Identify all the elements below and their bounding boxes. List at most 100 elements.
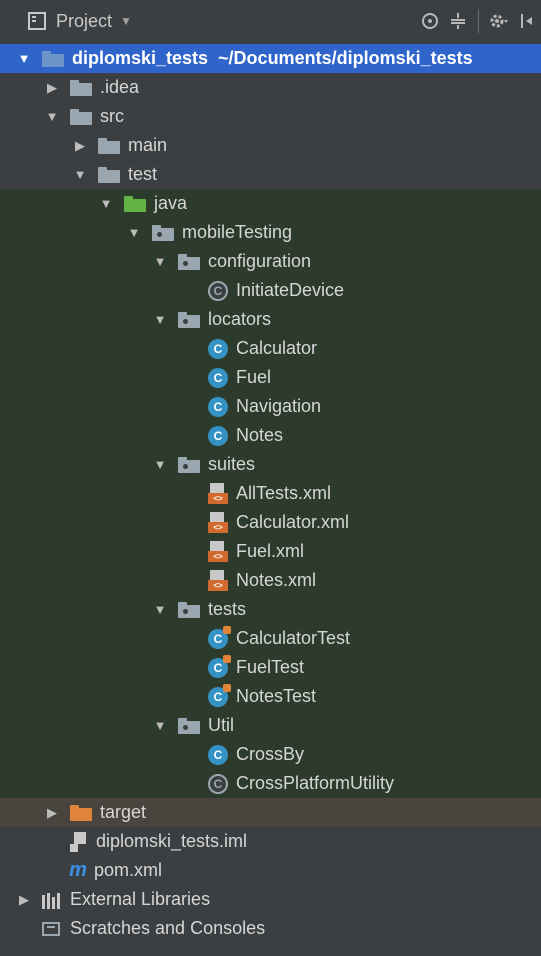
node-label: Notes.xml bbox=[236, 570, 317, 590]
package-icon bbox=[152, 224, 174, 241]
tree-node-navigation[interactable]: C Navigation bbox=[0, 392, 541, 421]
node-label: InitiateDevice bbox=[236, 280, 345, 300]
node-label: diplomski_tests.iml bbox=[96, 831, 248, 851]
chevron-down-icon[interactable]: ▼ bbox=[126, 225, 142, 240]
tree-node-configuration[interactable]: ▼ configuration bbox=[0, 247, 541, 276]
abstract-class-icon: C bbox=[208, 773, 228, 794]
tree-node-notestest[interactable]: C NotesTest bbox=[0, 682, 541, 711]
chevron-down-icon[interactable]: ▼ bbox=[152, 457, 168, 472]
package-icon bbox=[178, 717, 200, 734]
node-label: Util bbox=[208, 715, 234, 735]
chevron-down-icon: ▼ bbox=[120, 14, 132, 28]
tree-node-util[interactable]: ▼ Util bbox=[0, 711, 541, 740]
tree-node-notes[interactable]: C Notes bbox=[0, 421, 541, 450]
chevron-down-icon[interactable]: ▼ bbox=[152, 602, 168, 617]
class-icon: C bbox=[208, 396, 228, 417]
chevron-down-icon[interactable]: ▼ bbox=[152, 718, 168, 733]
gear-icon[interactable] bbox=[485, 7, 513, 35]
toolbar-actions bbox=[416, 0, 541, 42]
node-label: configuration bbox=[208, 251, 312, 271]
tree-node-pom[interactable]: m pom.xml bbox=[0, 856, 541, 885]
collapse-all-icon[interactable] bbox=[444, 7, 472, 35]
locate-file-icon[interactable] bbox=[416, 7, 444, 35]
tree-node-suites[interactable]: ▼ suites bbox=[0, 450, 541, 479]
tree-node-target[interactable]: ▶ target bbox=[0, 798, 541, 827]
hide-panel-icon[interactable] bbox=[513, 7, 541, 35]
tree-node-iml[interactable]: diplomski_tests.iml bbox=[0, 827, 541, 856]
tree-node-src[interactable]: ▼ src bbox=[0, 102, 541, 131]
class-icon: C bbox=[208, 367, 228, 388]
project-path: ~/Documents/diplomski_tests bbox=[218, 48, 473, 68]
chevron-right-icon[interactable]: ▶ bbox=[16, 892, 32, 908]
node-label: Notes bbox=[236, 425, 284, 445]
tree-node-fueltest[interactable]: C FuelTest bbox=[0, 653, 541, 682]
node-label: AllTests.xml bbox=[236, 483, 332, 503]
tree-node-main[interactable]: ▶ main bbox=[0, 131, 541, 160]
node-label: test bbox=[128, 164, 158, 184]
xml-file-icon: <> bbox=[208, 511, 228, 534]
tree-node-locators[interactable]: ▼ locators bbox=[0, 305, 541, 334]
node-label: Fuel bbox=[236, 367, 272, 387]
tree-node-fuel-xml[interactable]: <> Fuel.xml bbox=[0, 537, 541, 566]
tree-node-project-root[interactable]: ▼ diplomski_tests ~/Documents/diplomski_… bbox=[0, 44, 541, 73]
tree-node-idea[interactable]: ▶ .idea bbox=[0, 73, 541, 102]
package-icon bbox=[178, 601, 200, 618]
chevron-right-icon[interactable]: ▶ bbox=[72, 138, 88, 154]
tree-node-calculatortest[interactable]: C CalculatorTest bbox=[0, 624, 541, 653]
node-label: pom.xml bbox=[94, 860, 163, 880]
tree-node-scratches[interactable]: Scratches and Consoles bbox=[0, 914, 541, 943]
project-panel-icon bbox=[28, 12, 46, 30]
class-icon: C bbox=[208, 744, 228, 765]
chevron-down-icon[interactable]: ▼ bbox=[98, 196, 114, 211]
class-icon: C bbox=[208, 338, 228, 359]
node-label: NotesTest bbox=[236, 686, 317, 706]
package-icon bbox=[178, 311, 200, 328]
folder-icon bbox=[98, 137, 120, 154]
tree-node-alltests-xml[interactable]: <> AllTests.xml bbox=[0, 479, 541, 508]
package-icon bbox=[178, 253, 200, 270]
test-class-icon: C bbox=[208, 625, 231, 649]
node-label: Calculator bbox=[236, 338, 318, 358]
chevron-down-icon[interactable]: ▼ bbox=[152, 254, 168, 269]
tree-node-tests[interactable]: ▼ tests bbox=[0, 595, 541, 624]
node-label: CrossBy bbox=[236, 744, 305, 764]
tree-node-crossby[interactable]: C CrossBy bbox=[0, 740, 541, 769]
toolbar-divider bbox=[478, 9, 479, 33]
chevron-down-icon[interactable]: ▼ bbox=[44, 109, 60, 124]
test-sources-folder-icon bbox=[124, 195, 146, 212]
node-label: suites bbox=[208, 454, 256, 474]
tree-node-initiatedevice[interactable]: C InitiateDevice bbox=[0, 276, 541, 305]
node-label: main bbox=[128, 135, 168, 155]
tree-node-notes-xml[interactable]: <> Notes.xml bbox=[0, 566, 541, 595]
chevron-down-icon[interactable]: ▼ bbox=[72, 167, 88, 182]
tree-node-crossplatformutility[interactable]: C CrossPlatformUtility bbox=[0, 769, 541, 798]
node-label: Fuel.xml bbox=[236, 541, 305, 561]
node-label: CalculatorTest bbox=[236, 628, 351, 648]
chevron-right-icon[interactable]: ▶ bbox=[44, 805, 60, 821]
project-view-selector[interactable]: Project ▼ bbox=[28, 11, 132, 32]
tree-node-java[interactable]: ▼ java bbox=[0, 189, 541, 218]
chevron-down-icon[interactable]: ▼ bbox=[16, 51, 32, 66]
node-label: .idea bbox=[100, 77, 140, 97]
node-label: mobileTesting bbox=[182, 222, 293, 242]
tree-node-calculator-xml[interactable]: <> Calculator.xml bbox=[0, 508, 541, 537]
tree-node-calculator[interactable]: C Calculator bbox=[0, 334, 541, 363]
test-class-icon: C bbox=[208, 654, 231, 678]
folder-icon bbox=[70, 79, 92, 96]
chevron-right-icon[interactable]: ▶ bbox=[44, 80, 60, 96]
xml-file-icon: <> bbox=[208, 482, 228, 505]
package-icon bbox=[178, 456, 200, 473]
chevron-down-icon[interactable]: ▼ bbox=[152, 312, 168, 327]
folder-icon bbox=[70, 108, 92, 125]
tree-node-mobiletesting[interactable]: ▼ mobileTesting bbox=[0, 218, 541, 247]
node-label: Scratches and Consoles bbox=[70, 918, 266, 938]
node-label: Calculator.xml bbox=[236, 512, 350, 532]
xml-file-icon: <> bbox=[208, 540, 228, 563]
tree-node-external-libraries[interactable]: ▶ External Libraries bbox=[0, 885, 541, 914]
node-label: locators bbox=[208, 309, 272, 329]
tree-node-test[interactable]: ▼ test bbox=[0, 160, 541, 189]
folder-icon bbox=[98, 166, 120, 183]
tree-node-fuel[interactable]: C Fuel bbox=[0, 363, 541, 392]
node-label: src bbox=[100, 106, 124, 126]
node-label: java bbox=[154, 193, 188, 213]
